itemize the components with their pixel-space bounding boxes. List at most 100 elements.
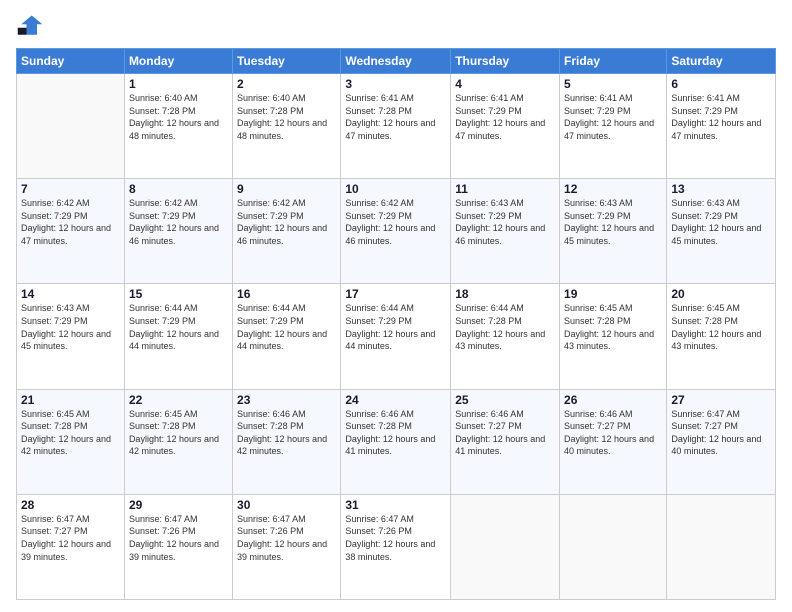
cell-info: Sunrise: 6:44 AMSunset: 7:29 PMDaylight:…: [345, 302, 446, 352]
week-row-0: 1 Sunrise: 6:40 AMSunset: 7:28 PMDayligh…: [17, 74, 776, 179]
cell-info: Sunrise: 6:46 AMSunset: 7:28 PMDaylight:…: [237, 408, 336, 458]
cell-day-number: 15: [129, 287, 228, 301]
cell-day-number: 20: [671, 287, 771, 301]
calendar-cell: 3 Sunrise: 6:41 AMSunset: 7:28 PMDayligh…: [341, 74, 451, 179]
cell-day-number: 16: [237, 287, 336, 301]
calendar-body: 1 Sunrise: 6:40 AMSunset: 7:28 PMDayligh…: [17, 74, 776, 600]
calendar-cell: 18 Sunrise: 6:44 AMSunset: 7:28 PMDaylig…: [451, 284, 560, 389]
cell-day-number: 11: [455, 182, 555, 196]
cell-info: Sunrise: 6:47 AMSunset: 7:26 PMDaylight:…: [345, 513, 446, 563]
calendar-cell: 15 Sunrise: 6:44 AMSunset: 7:29 PMDaylig…: [124, 284, 232, 389]
cell-info: Sunrise: 6:42 AMSunset: 7:29 PMDaylight:…: [237, 197, 336, 247]
calendar-cell: [560, 494, 667, 599]
cell-info: Sunrise: 6:42 AMSunset: 7:29 PMDaylight:…: [129, 197, 228, 247]
calendar-cell: 6 Sunrise: 6:41 AMSunset: 7:29 PMDayligh…: [667, 74, 776, 179]
calendar-cell: 22 Sunrise: 6:45 AMSunset: 7:28 PMDaylig…: [124, 389, 232, 494]
calendar-cell: 19 Sunrise: 6:45 AMSunset: 7:28 PMDaylig…: [560, 284, 667, 389]
calendar-cell: 23 Sunrise: 6:46 AMSunset: 7:28 PMDaylig…: [233, 389, 341, 494]
cell-info: Sunrise: 6:47 AMSunset: 7:26 PMDaylight:…: [129, 513, 228, 563]
day-header-thursday: Thursday: [451, 49, 560, 74]
cell-day-number: 21: [21, 393, 120, 407]
cell-day-number: 27: [671, 393, 771, 407]
calendar-cell: 1 Sunrise: 6:40 AMSunset: 7:28 PMDayligh…: [124, 74, 232, 179]
logo: [16, 12, 48, 40]
calendar-cell: 10 Sunrise: 6:42 AMSunset: 7:29 PMDaylig…: [341, 179, 451, 284]
cell-info: Sunrise: 6:41 AMSunset: 7:29 PMDaylight:…: [455, 92, 555, 142]
cell-info: Sunrise: 6:41 AMSunset: 7:29 PMDaylight:…: [564, 92, 662, 142]
week-row-4: 28 Sunrise: 6:47 AMSunset: 7:27 PMDaylig…: [17, 494, 776, 599]
cell-info: Sunrise: 6:42 AMSunset: 7:29 PMDaylight:…: [21, 197, 120, 247]
calendar-cell: 2 Sunrise: 6:40 AMSunset: 7:28 PMDayligh…: [233, 74, 341, 179]
calendar-cell: 25 Sunrise: 6:46 AMSunset: 7:27 PMDaylig…: [451, 389, 560, 494]
calendar-cell: 13 Sunrise: 6:43 AMSunset: 7:29 PMDaylig…: [667, 179, 776, 284]
cell-day-number: 5: [564, 77, 662, 91]
cell-info: Sunrise: 6:43 AMSunset: 7:29 PMDaylight:…: [455, 197, 555, 247]
day-header-friday: Friday: [560, 49, 667, 74]
cell-day-number: 7: [21, 182, 120, 196]
calendar-cell: 24 Sunrise: 6:46 AMSunset: 7:28 PMDaylig…: [341, 389, 451, 494]
cell-day-number: 8: [129, 182, 228, 196]
cell-info: Sunrise: 6:45 AMSunset: 7:28 PMDaylight:…: [21, 408, 120, 458]
cell-info: Sunrise: 6:43 AMSunset: 7:29 PMDaylight:…: [21, 302, 120, 352]
page: SundayMondayTuesdayWednesdayThursdayFrid…: [0, 0, 792, 612]
calendar-cell: [451, 494, 560, 599]
calendar-cell: 8 Sunrise: 6:42 AMSunset: 7:29 PMDayligh…: [124, 179, 232, 284]
cell-day-number: 23: [237, 393, 336, 407]
cell-day-number: 29: [129, 498, 228, 512]
calendar-cell: 9 Sunrise: 6:42 AMSunset: 7:29 PMDayligh…: [233, 179, 341, 284]
cell-info: Sunrise: 6:47 AMSunset: 7:27 PMDaylight:…: [671, 408, 771, 458]
cell-day-number: 4: [455, 77, 555, 91]
calendar-cell: 4 Sunrise: 6:41 AMSunset: 7:29 PMDayligh…: [451, 74, 560, 179]
cell-day-number: 1: [129, 77, 228, 91]
cell-day-number: 13: [671, 182, 771, 196]
cell-day-number: 31: [345, 498, 446, 512]
calendar-header: SundayMondayTuesdayWednesdayThursdayFrid…: [17, 49, 776, 74]
cell-day-number: 26: [564, 393, 662, 407]
calendar-cell: 21 Sunrise: 6:45 AMSunset: 7:28 PMDaylig…: [17, 389, 125, 494]
day-header-saturday: Saturday: [667, 49, 776, 74]
cell-info: Sunrise: 6:44 AMSunset: 7:29 PMDaylight:…: [237, 302, 336, 352]
cell-day-number: 28: [21, 498, 120, 512]
day-header-tuesday: Tuesday: [233, 49, 341, 74]
cell-info: Sunrise: 6:47 AMSunset: 7:26 PMDaylight:…: [237, 513, 336, 563]
cell-day-number: 14: [21, 287, 120, 301]
cell-day-number: 18: [455, 287, 555, 301]
calendar-cell: [667, 494, 776, 599]
calendar-cell: 5 Sunrise: 6:41 AMSunset: 7:29 PMDayligh…: [560, 74, 667, 179]
cell-info: Sunrise: 6:40 AMSunset: 7:28 PMDaylight:…: [129, 92, 228, 142]
day-header-wednesday: Wednesday: [341, 49, 451, 74]
cell-day-number: 30: [237, 498, 336, 512]
calendar-cell: 11 Sunrise: 6:43 AMSunset: 7:29 PMDaylig…: [451, 179, 560, 284]
cell-day-number: 22: [129, 393, 228, 407]
day-header-sunday: Sunday: [17, 49, 125, 74]
logo-icon: [16, 12, 44, 40]
calendar-cell: 29 Sunrise: 6:47 AMSunset: 7:26 PMDaylig…: [124, 494, 232, 599]
cell-day-number: 3: [345, 77, 446, 91]
cell-info: Sunrise: 6:47 AMSunset: 7:27 PMDaylight:…: [21, 513, 120, 563]
week-row-3: 21 Sunrise: 6:45 AMSunset: 7:28 PMDaylig…: [17, 389, 776, 494]
calendar-cell: 16 Sunrise: 6:44 AMSunset: 7:29 PMDaylig…: [233, 284, 341, 389]
day-header-monday: Monday: [124, 49, 232, 74]
cell-info: Sunrise: 6:44 AMSunset: 7:28 PMDaylight:…: [455, 302, 555, 352]
calendar-cell: 27 Sunrise: 6:47 AMSunset: 7:27 PMDaylig…: [667, 389, 776, 494]
cell-day-number: 17: [345, 287, 446, 301]
cell-info: Sunrise: 6:44 AMSunset: 7:29 PMDaylight:…: [129, 302, 228, 352]
calendar-cell: 26 Sunrise: 6:46 AMSunset: 7:27 PMDaylig…: [560, 389, 667, 494]
cell-day-number: 24: [345, 393, 446, 407]
calendar-cell: 14 Sunrise: 6:43 AMSunset: 7:29 PMDaylig…: [17, 284, 125, 389]
calendar-cell: 17 Sunrise: 6:44 AMSunset: 7:29 PMDaylig…: [341, 284, 451, 389]
header: [16, 12, 776, 40]
calendar-cell: 12 Sunrise: 6:43 AMSunset: 7:29 PMDaylig…: [560, 179, 667, 284]
cell-day-number: 12: [564, 182, 662, 196]
cell-day-number: 25: [455, 393, 555, 407]
week-row-2: 14 Sunrise: 6:43 AMSunset: 7:29 PMDaylig…: [17, 284, 776, 389]
cell-info: Sunrise: 6:43 AMSunset: 7:29 PMDaylight:…: [671, 197, 771, 247]
cell-info: Sunrise: 6:46 AMSunset: 7:27 PMDaylight:…: [564, 408, 662, 458]
cell-info: Sunrise: 6:41 AMSunset: 7:28 PMDaylight:…: [345, 92, 446, 142]
cell-info: Sunrise: 6:46 AMSunset: 7:27 PMDaylight:…: [455, 408, 555, 458]
calendar-cell: 20 Sunrise: 6:45 AMSunset: 7:28 PMDaylig…: [667, 284, 776, 389]
cell-info: Sunrise: 6:46 AMSunset: 7:28 PMDaylight:…: [345, 408, 446, 458]
cell-info: Sunrise: 6:45 AMSunset: 7:28 PMDaylight:…: [129, 408, 228, 458]
day-header-row: SundayMondayTuesdayWednesdayThursdayFrid…: [17, 49, 776, 74]
calendar-cell: 7 Sunrise: 6:42 AMSunset: 7:29 PMDayligh…: [17, 179, 125, 284]
